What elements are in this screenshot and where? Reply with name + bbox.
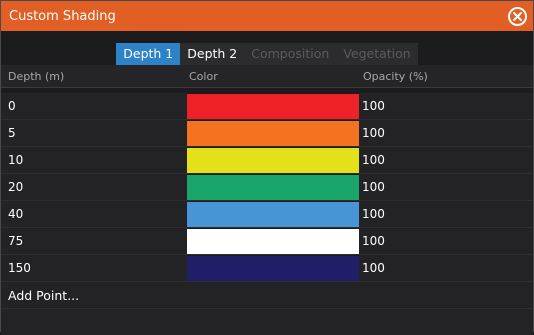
color-swatch[interactable] (187, 174, 359, 200)
depth-table: 0 100 5 100 10 100 20 100 40 100 75 100 (1, 93, 533, 335)
close-icon[interactable] (508, 6, 527, 26)
color-swatch[interactable] (187, 147, 359, 173)
tab-composition[interactable]: Composition (244, 43, 337, 65)
opacity-value: 100 (362, 261, 385, 275)
table-row[interactable]: 150 100 (1, 255, 533, 282)
depth-value: 40 (8, 207, 24, 221)
column-header-opacity: Opacity (%) (363, 69, 428, 83)
table-row[interactable]: 20 100 (1, 174, 533, 201)
custom-shading-dialog: Custom Shading Depth 1 Depth 2 Compositi… (0, 0, 534, 335)
depth-value: 0 (8, 99, 16, 113)
depth-value: 10 (8, 153, 24, 167)
tab-depth-1[interactable]: Depth 1 (116, 43, 181, 65)
tab-vegetation[interactable]: Vegetation (336, 43, 418, 65)
color-swatch[interactable] (187, 201, 359, 227)
table-row[interactable]: 75 100 (1, 228, 533, 255)
column-header-color: Color (189, 69, 218, 83)
depth-value: 150 (8, 261, 31, 275)
depth-value: 5 (8, 126, 16, 140)
depth-value: 75 (8, 234, 24, 248)
table-header: Depth (m) Color Opacity (%) (1, 65, 533, 88)
title-bar: Custom Shading (1, 1, 533, 31)
empty-row (1, 309, 533, 335)
color-swatch[interactable] (187, 120, 359, 146)
add-point-button[interactable]: Add Point... (1, 282, 533, 309)
tab-bar: Depth 1 Depth 2 Composition Vegetation (1, 31, 533, 65)
color-swatch[interactable] (187, 93, 359, 119)
opacity-value: 100 (362, 153, 385, 167)
opacity-value: 100 (362, 234, 385, 248)
opacity-value: 100 (362, 126, 385, 140)
tab-depth-2[interactable]: Depth 2 (180, 43, 245, 65)
opacity-value: 100 (362, 180, 385, 194)
table-row[interactable]: 40 100 (1, 201, 533, 228)
table-row[interactable]: 5 100 (1, 120, 533, 147)
depth-value: 20 (8, 180, 24, 194)
column-header-depth: Depth (m) (8, 69, 65, 83)
table-row[interactable]: 10 100 (1, 147, 533, 174)
table-row[interactable]: 0 100 (1, 93, 533, 120)
color-swatch[interactable] (187, 228, 359, 254)
opacity-value: 100 (362, 99, 385, 113)
dialog-title: Custom Shading (9, 8, 116, 24)
color-swatch[interactable] (187, 255, 359, 281)
opacity-value: 100 (362, 207, 385, 221)
